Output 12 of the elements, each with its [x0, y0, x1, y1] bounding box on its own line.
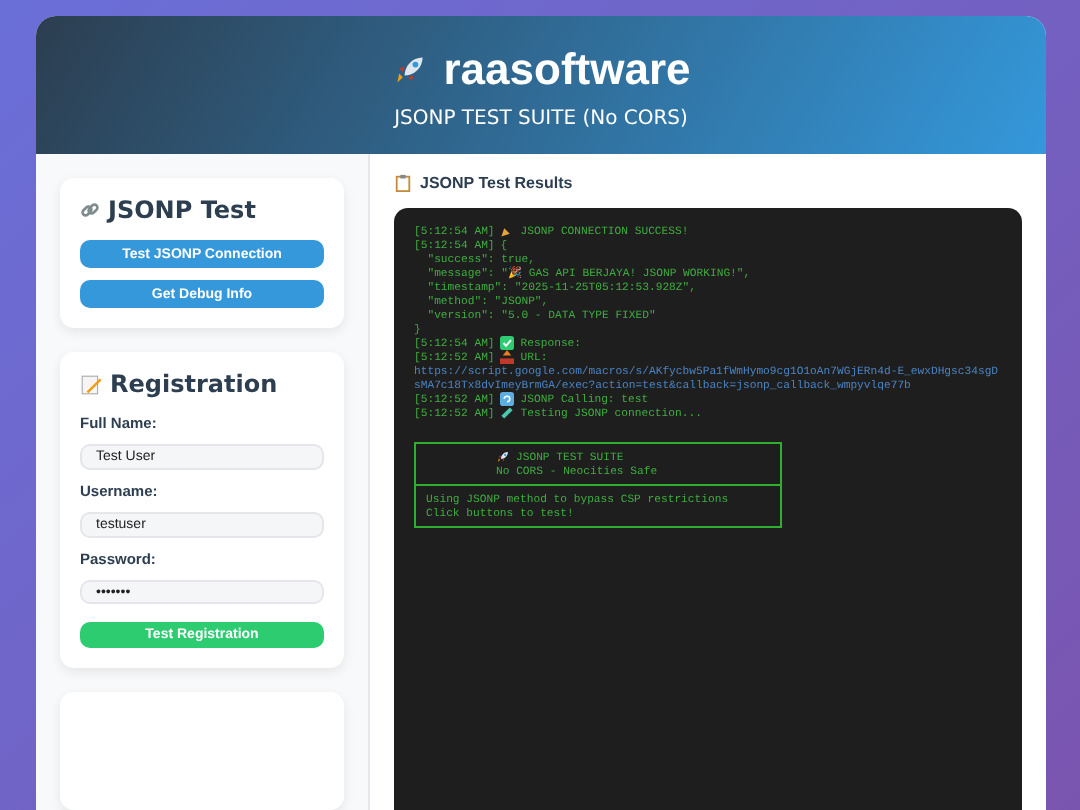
rocket-icon	[496, 450, 510, 464]
link-icon	[80, 200, 100, 220]
check-icon	[500, 336, 515, 350]
clipboard-icon	[394, 174, 412, 192]
app-title: raasoftware	[443, 44, 691, 96]
results-title: JSONP Test Results	[420, 174, 573, 192]
card-title: Registration	[110, 370, 278, 399]
card-title: JSONP Test	[108, 196, 256, 224]
refresh-icon	[500, 392, 515, 406]
memo-icon	[80, 373, 102, 396]
tray-icon	[500, 350, 515, 364]
app-subtitle: JSONP TEST SUITE (No CORS)	[394, 108, 688, 130]
